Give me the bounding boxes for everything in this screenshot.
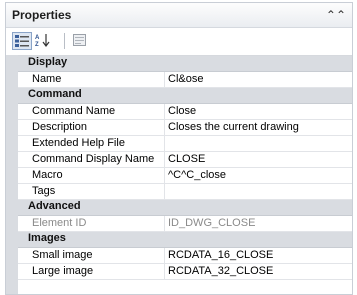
property-name: Element ID xyxy=(18,216,165,231)
category-name: Command xyxy=(28,88,82,100)
panel-title: Properties xyxy=(12,8,72,22)
property-value[interactable] xyxy=(165,136,352,151)
property-value[interactable]: ^C^C_close xyxy=(165,168,352,183)
property-value[interactable]: Cl&ose xyxy=(165,72,352,87)
property-row[interactable]: Command Name Close xyxy=(18,104,352,120)
property-row[interactable]: Tags xyxy=(18,184,352,200)
property-name: Extended Help File xyxy=(18,136,165,151)
svg-text:Z: Z xyxy=(35,42,39,47)
property-value[interactable]: Close xyxy=(165,104,352,119)
property-pages-button[interactable] xyxy=(70,32,88,48)
panel-header: Properties ⌃⌃ xyxy=(6,3,352,28)
property-row[interactable]: Extended Help File xyxy=(18,136,352,152)
property-row[interactable]: Element ID ID_DWG_CLOSE xyxy=(18,216,352,232)
property-name: Command Name xyxy=(18,104,165,119)
property-grid: ◢ Display Name Cl&ose ◢ Command Command … xyxy=(10,55,352,280)
category-images[interactable]: ◢ Images xyxy=(10,232,352,248)
alphabetical-sort-button[interactable]: A Z xyxy=(34,32,52,48)
property-value[interactable] xyxy=(165,184,352,199)
property-value[interactable]: RCDATA_16_CLOSE xyxy=(165,248,352,263)
property-row[interactable]: Small image RCDATA_16_CLOSE xyxy=(18,248,352,264)
property-row[interactable]: Name Cl&ose xyxy=(18,72,352,88)
property-value[interactable]: CLOSE xyxy=(165,152,352,167)
toolbar-separator xyxy=(64,33,65,49)
categorized-view-icon xyxy=(15,35,29,47)
collapse-chevron-icon[interactable]: ⌃⌃ xyxy=(326,8,346,22)
properties-toolbar: A Z xyxy=(6,28,352,54)
category-display[interactable]: ◢ Display xyxy=(10,56,352,72)
category-name: Images xyxy=(28,232,66,244)
property-name: Name xyxy=(18,72,165,87)
property-row[interactable]: Description Closes the current drawing xyxy=(18,120,352,136)
property-value: ID_DWG_CLOSE xyxy=(168,217,256,229)
category-name: Display xyxy=(28,56,68,68)
property-row[interactable]: Large image RCDATA_32_CLOSE xyxy=(18,264,352,280)
properties-panel: Properties ⌃⌃ A Z Display Name Cl&ose Co… xyxy=(5,2,353,295)
property-name: Tags xyxy=(18,184,165,199)
property-row[interactable]: Macro ^C^C_close xyxy=(18,168,352,184)
property-pages-icon xyxy=(72,34,86,46)
svg-text:A: A xyxy=(35,35,40,41)
category-advanced[interactable]: ◢ Advanced xyxy=(10,200,352,216)
grid-gutter xyxy=(6,55,18,294)
property-name: Small image xyxy=(18,248,165,263)
categorized-view-button[interactable] xyxy=(12,32,32,50)
alphabetical-sort-icon: A Z xyxy=(35,34,50,47)
property-name: Macro xyxy=(18,168,165,183)
category-name: Advanced xyxy=(28,200,81,212)
category-command[interactable]: ◢ Command xyxy=(10,88,352,104)
property-row[interactable]: Command Display Name CLOSE xyxy=(18,152,352,168)
property-value[interactable]: Closes the current drawing xyxy=(165,120,352,135)
property-value[interactable]: RCDATA_32_CLOSE xyxy=(165,264,352,279)
property-name: Description xyxy=(18,120,165,135)
property-name: Large image xyxy=(18,264,165,279)
property-name: Command Display Name xyxy=(18,152,165,167)
